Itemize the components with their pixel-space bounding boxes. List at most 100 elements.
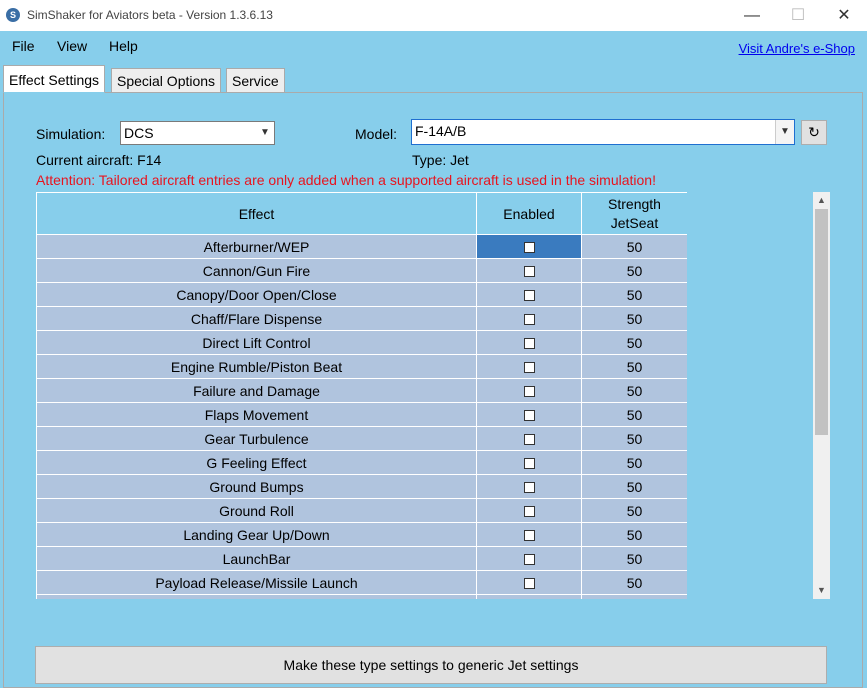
table-row[interactable]: Afterburner/WEP 50	[36, 234, 687, 259]
minimize-button[interactable]: —	[729, 0, 775, 31]
effect-name	[36, 594, 477, 599]
strength-value[interactable]: 50	[581, 474, 687, 499]
strength-value[interactable]: 50	[581, 258, 687, 283]
effect-name: Failure and Damage	[36, 378, 477, 403]
menu-help[interactable]: Help	[109, 38, 138, 54]
enabled-checkbox[interactable]	[523, 338, 535, 350]
table-row[interactable]: Payload Release/Missile Launch 50	[36, 570, 687, 595]
table-row[interactable]: Gear Turbulence 50	[36, 426, 687, 451]
window-title: SimShaker for Aviators beta - Version 1.…	[27, 8, 273, 22]
strength-value[interactable]: 50	[581, 570, 687, 595]
enabled-cell[interactable]	[476, 474, 582, 499]
effect-name: Landing Gear Up/Down	[36, 522, 477, 547]
enabled-cell[interactable]	[476, 378, 582, 403]
vertical-scrollbar[interactable]: ▲ ▼	[813, 192, 830, 599]
close-button[interactable]: ✕	[821, 0, 867, 31]
effect-name: Canopy/Door Open/Close	[36, 282, 477, 307]
strength-value[interactable]: 50	[581, 330, 687, 355]
table-row[interactable]: LaunchBar 50	[36, 546, 687, 571]
menu-view[interactable]: View	[57, 38, 87, 54]
strength-value[interactable]: 50	[581, 522, 687, 547]
scroll-down-icon[interactable]: ▼	[813, 582, 830, 599]
enabled-checkbox[interactable]	[523, 434, 535, 446]
table-row[interactable]: G Feeling Effect 50	[36, 450, 687, 475]
table-row[interactable]: Chaff/Flare Dispense 50	[36, 306, 687, 331]
table-row[interactable]: Direct Lift Control 50	[36, 330, 687, 355]
maximize-button[interactable]: ☐	[775, 0, 821, 31]
enabled-checkbox[interactable]	[523, 386, 535, 398]
effect-name: Ground Roll	[36, 498, 477, 523]
table-row[interactable]	[36, 594, 687, 599]
enabled-cell[interactable]	[476, 330, 582, 355]
app-icon: S	[6, 8, 20, 22]
enabled-cell[interactable]	[476, 402, 582, 427]
enabled-checkbox[interactable]	[523, 482, 535, 494]
simulation-value: DCS	[124, 125, 154, 141]
strength-value[interactable]	[581, 594, 687, 599]
enabled-checkbox[interactable]	[523, 578, 535, 590]
enabled-checkbox[interactable]	[523, 314, 535, 326]
strength-value[interactable]: 50	[581, 234, 687, 259]
strength-value[interactable]: 50	[581, 306, 687, 331]
table-row[interactable]: Flaps Movement 50	[36, 402, 687, 427]
enabled-checkbox[interactable]	[523, 458, 535, 470]
table-row[interactable]: Engine Rumble/Piston Beat 50	[36, 354, 687, 379]
strength-value[interactable]: 50	[581, 426, 687, 451]
enabled-checkbox[interactable]	[523, 530, 535, 542]
effect-name: Gear Turbulence	[36, 426, 477, 451]
effect-name: Ground Bumps	[36, 474, 477, 499]
enabled-checkbox[interactable]	[523, 362, 535, 374]
enabled-checkbox[interactable]	[523, 266, 535, 278]
table-row[interactable]: Failure and Damage 50	[36, 378, 687, 403]
table-row[interactable]: Canopy/Door Open/Close 50	[36, 282, 687, 307]
enabled-cell[interactable]	[476, 594, 582, 599]
enabled-cell[interactable]	[476, 522, 582, 547]
strength-value[interactable]: 50	[581, 282, 687, 307]
scroll-thumb[interactable]	[815, 209, 828, 435]
refresh-button[interactable]: ↻	[801, 120, 827, 145]
enabled-checkbox[interactable]	[523, 554, 535, 566]
enabled-cell[interactable]	[476, 450, 582, 475]
effect-name: Chaff/Flare Dispense	[36, 306, 477, 331]
enabled-cell[interactable]	[476, 306, 582, 331]
chevron-down-icon: ▼	[775, 120, 794, 144]
header-strength[interactable]: Strength JetSeat	[581, 192, 687, 235]
generic-settings-button[interactable]: Make these type settings to generic Jet …	[35, 646, 827, 684]
model-select[interactable]: F-14A/B ▼	[411, 119, 795, 145]
effect-name: Cannon/Gun Fire	[36, 258, 477, 283]
tab-service[interactable]: Service	[226, 68, 285, 92]
enabled-checkbox[interactable]	[523, 242, 535, 254]
header-enabled[interactable]: Enabled	[476, 192, 582, 235]
strength-value[interactable]: 50	[581, 546, 687, 571]
table-row[interactable]: Cannon/Gun Fire 50	[36, 258, 687, 283]
simulation-select[interactable]: DCS ▼	[120, 121, 275, 145]
enabled-cell[interactable]	[476, 258, 582, 283]
strength-value[interactable]: 50	[581, 354, 687, 379]
attention-message: Attention: Tailored aircraft entries are…	[36, 172, 656, 188]
tab-effect-settings[interactable]: Effect Settings	[3, 65, 106, 93]
menu-bar: File View Help Visit Andre's e-Shop	[0, 31, 867, 61]
table-row[interactable]: Landing Gear Up/Down 50	[36, 522, 687, 547]
table-row[interactable]: Ground Roll 50	[36, 498, 687, 523]
enabled-cell[interactable]	[476, 282, 582, 307]
enabled-cell[interactable]	[476, 570, 582, 595]
tab-special-options[interactable]: Special Options	[111, 68, 222, 92]
enabled-checkbox[interactable]	[523, 506, 535, 518]
table-row[interactable]: Ground Bumps 50	[36, 474, 687, 499]
enabled-cell[interactable]	[476, 546, 582, 571]
scroll-up-icon[interactable]: ▲	[813, 192, 830, 209]
strength-value[interactable]: 50	[581, 378, 687, 403]
enabled-cell[interactable]	[476, 234, 582, 259]
strength-value[interactable]: 50	[581, 450, 687, 475]
enabled-checkbox[interactable]	[523, 290, 535, 302]
enabled-cell[interactable]	[476, 426, 582, 451]
strength-value[interactable]: 50	[581, 402, 687, 427]
strength-value[interactable]: 50	[581, 498, 687, 523]
enabled-checkbox[interactable]	[523, 410, 535, 422]
refresh-icon: ↻	[808, 124, 820, 140]
menu-file[interactable]: File	[12, 38, 35, 54]
header-effect[interactable]: Effect	[36, 192, 477, 235]
eshop-link[interactable]: Visit Andre's e-Shop	[739, 41, 855, 56]
enabled-cell[interactable]	[476, 498, 582, 523]
enabled-cell[interactable]	[476, 354, 582, 379]
